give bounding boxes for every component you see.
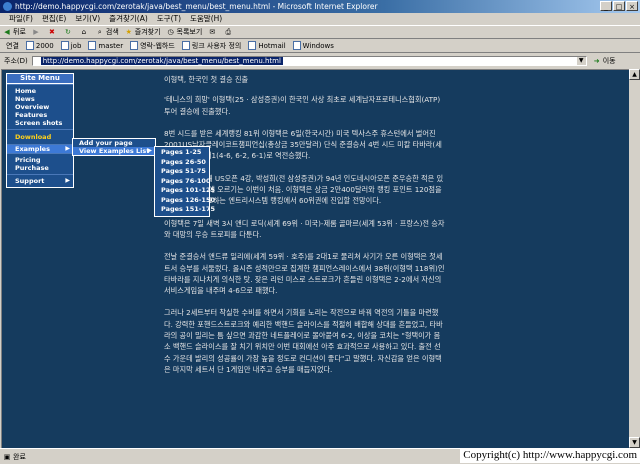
submenu-arrow-icon: ▶	[147, 147, 152, 154]
search-button[interactable]: ⌕ 검색	[96, 27, 119, 37]
favorites-button[interactable]: ★ 즐겨찾기	[125, 27, 161, 37]
back-button[interactable]: ◀ 뒤로	[3, 27, 26, 37]
news-article: 이형택, 한국인 첫 결승 진출 '테니스의 희망' 이형택(25 · 삼성증권…	[164, 74, 446, 386]
article-paragraph: 전날 준결승서 앤드류 일리에(세계 59위 · 호주)를 2대1로 물리쳐 사…	[164, 252, 445, 296]
star-icon: ★	[125, 28, 132, 36]
menu-item-news[interactable]: News	[7, 95, 73, 103]
history-button[interactable]: ◷ 목록보기	[167, 27, 202, 37]
refresh-icon: ↻	[64, 28, 71, 36]
link-windows[interactable]: Windows	[292, 41, 334, 50]
stop-icon: ✖	[48, 28, 55, 36]
maximize-button[interactable]: □	[613, 1, 625, 11]
pages-item[interactable]: Pages 51-75	[155, 167, 209, 177]
search-icon: ⌕	[97, 28, 102, 36]
link-webhard[interactable]: 영락-웹하드	[130, 41, 175, 51]
submenu-arrow-icon: ▶	[65, 177, 70, 184]
address-label: 주소(D)	[4, 57, 28, 65]
page-icon	[130, 41, 139, 50]
forward-arrow-icon: ▶	[33, 28, 39, 36]
address-url: http://demo.happycgi.com/zerotak/java/be…	[40, 57, 283, 65]
site-menu-header: Site Menu	[7, 74, 73, 84]
title-bar: http://demo.happycgi.com/zerotak/java/be…	[0, 0, 640, 13]
close-button[interactable]: ×	[626, 1, 638, 11]
vertical-scrollbar[interactable]: ▲ ▼	[629, 69, 640, 448]
pages-item[interactable]: Pages 26-50	[155, 158, 209, 168]
go-button[interactable]: ➜ 이동	[593, 56, 616, 66]
scroll-down-arrow-icon[interactable]: ▼	[629, 437, 640, 448]
menu-item-overview[interactable]: Overview	[7, 103, 73, 111]
page-done-icon: ▣	[3, 452, 11, 461]
mail-button[interactable]: ✉	[208, 28, 218, 36]
links-label: 연결	[6, 41, 19, 50]
back-arrow-icon: ◀	[4, 28, 10, 36]
scroll-up-arrow-icon[interactable]: ▲	[629, 69, 640, 80]
pages-item[interactable]: Pages 76-100	[155, 177, 210, 187]
menu-item-examples[interactable]: Examples ▶	[7, 144, 73, 153]
menu-favorites[interactable]: 즐겨찾기(A)	[109, 13, 148, 25]
mail-icon: ✉	[209, 28, 216, 36]
refresh-button[interactable]: ↻	[64, 28, 74, 36]
link-customize[interactable]: 링크 사용자 정의	[181, 41, 241, 51]
site-menu: Site Menu Home News Overview Features Sc…	[6, 73, 74, 188]
history-icon: ◷	[167, 28, 174, 36]
page-icon	[248, 41, 257, 50]
toolbar: ◀ 뒤로 ▶ ✖ ↻ ⌂ ⌕ 검색 ★ 즐겨찾기 ◷ 목록보기 ✉ ⎙	[0, 25, 640, 39]
page-icon	[60, 41, 69, 50]
pages-item[interactable]: Pages 126-150	[155, 196, 215, 206]
article-paragraph: '테니스의 희망' 이형택(25 · 삼성증권)이 한국인 사상 최초로 세계남…	[164, 95, 441, 116]
browser-window: http://demo.happycgi.com/zerotak/java/be…	[0, 0, 640, 463]
links-bar: 연결 2000 job master 영락-웹하드 링크 사용자 정의 Hotm…	[0, 39, 640, 53]
menu-bar: 파일(F) 편집(E) 보기(V) 즐겨찾기(A) 도구(T) 도움말(H)	[0, 13, 640, 25]
address-input[interactable]: http://demo.happycgi.com/zerotak/java/be…	[31, 56, 587, 66]
pages-item[interactable]: Pages 101-125	[155, 186, 215, 196]
submenu-arrow-icon: ▶	[65, 145, 70, 152]
go-arrow-icon: ➜	[593, 57, 600, 65]
pages-item[interactable]: Pages 1-25	[155, 148, 209, 158]
link-hotmail[interactable]: Hotmail	[248, 41, 286, 50]
window-title: http://demo.happycgi.com/zerotak/java/be…	[15, 2, 378, 11]
page-icon	[25, 41, 34, 50]
menu-file[interactable]: 파일(F)	[9, 13, 33, 25]
address-bar: 주소(D) http://demo.happycgi.com/zerotak/j…	[0, 54, 640, 68]
ie-logo-icon	[3, 2, 12, 11]
menu-item-home[interactable]: Home	[7, 87, 73, 95]
article-paragraph: 이형택은 7일 새벽 3시 앤디 로딕(세계 69위 · 미국)-제롬 골마르(…	[164, 218, 445, 239]
page-content: 이형택, 한국인 첫 결승 진출 '테니스의 희망' 이형택(25 · 삼성증권…	[1, 69, 630, 448]
dropdown-arrow-icon[interactable]: ▼	[576, 57, 586, 65]
stop-button[interactable]: ✖	[48, 28, 58, 36]
examples-submenu: Add your page View Examples List ▶	[72, 138, 156, 156]
home-icon: ⌂	[81, 28, 87, 36]
menu-help[interactable]: 도움말(H)	[190, 13, 222, 25]
home-button[interactable]: ⌂	[80, 28, 90, 36]
menu-item-download[interactable]: Download	[7, 129, 73, 144]
menu-item-pricing[interactable]: Pricing	[7, 156, 73, 164]
menu-edit[interactable]: 편집(E)	[42, 13, 66, 25]
link-master[interactable]: master	[88, 41, 123, 50]
status-done: ▣ 완료	[3, 452, 26, 461]
forward-button[interactable]: ▶	[32, 28, 42, 36]
menu-tools[interactable]: 도구(T)	[157, 13, 181, 25]
page-icon	[88, 41, 97, 50]
link-2000[interactable]: 2000	[25, 41, 54, 50]
pages-submenu: Pages 1-25 Pages 26-50 Pages 51-75 Pages…	[154, 146, 215, 217]
page-icon	[181, 41, 190, 50]
copyright-watermark: Copyright(c) http://www.happycgi.com	[460, 448, 640, 463]
submenu-add-page[interactable]: Add your page	[73, 139, 155, 147]
submenu-view-examples[interactable]: View Examples List ▶	[73, 147, 155, 155]
article-paragraph: 그러나 2세트부터 착실한 수비를 하면서 기회를 노리는 작전으로 바꿔 역전…	[164, 308, 443, 374]
menu-view[interactable]: 보기(V)	[75, 13, 100, 25]
printer-icon: ⎙	[225, 28, 232, 36]
menu-item-features[interactable]: Features	[7, 111, 73, 119]
menu-item-support[interactable]: Support ▶	[7, 174, 73, 187]
article-title: 이형택, 한국인 첫 결승 진출	[164, 75, 249, 84]
print-button[interactable]: ⎙	[224, 28, 234, 36]
page-icon	[292, 41, 301, 50]
link-job[interactable]: job	[60, 41, 81, 50]
menu-item-screenshots[interactable]: Screen shots	[7, 119, 73, 127]
pages-item[interactable]: Pages 151-175	[155, 205, 215, 215]
minimize-button[interactable]: _	[600, 1, 612, 11]
menu-item-purchase[interactable]: Purchase	[7, 164, 73, 172]
